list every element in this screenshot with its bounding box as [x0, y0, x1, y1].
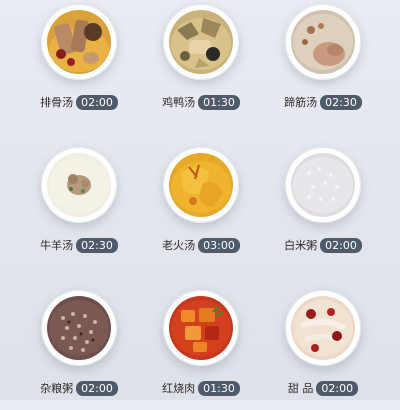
- recipe-name: 红烧肉: [162, 382, 196, 395]
- recipe-name: 牛羊汤: [40, 239, 74, 252]
- bowl: [163, 290, 239, 366]
- multigrain-porridge-icon: [47, 296, 111, 360]
- recipe-item-tendon-soup[interactable]: 蹄筋汤 02:30: [273, 4, 373, 124]
- cook-time-badge: 01:30: [198, 94, 240, 110]
- bowl: [163, 147, 239, 223]
- braised-pork-icon: [169, 296, 233, 360]
- beef-lamb-soup-icon: [47, 153, 111, 217]
- recipe-item-braised-pork[interactable]: 红烧肉 01:30: [151, 290, 251, 410]
- recipe-label-row: 蹄筋汤 02:30: [273, 94, 373, 110]
- recipe-item-slow-cooked-soup[interactable]: 老火汤 03:00: [151, 147, 251, 267]
- recipe-item-beef-lamb-soup[interactable]: 牛羊汤 02:30: [29, 147, 129, 267]
- bowl: [285, 4, 361, 80]
- pork-rib-soup-icon: [47, 10, 111, 74]
- bowl: [41, 4, 117, 80]
- recipe-name: 鸡鸭汤: [162, 96, 196, 109]
- recipe-label-row: 牛羊汤 02:30: [29, 237, 129, 253]
- cook-time-badge: 02:30: [76, 237, 118, 253]
- tendon-soup-icon: [291, 10, 355, 74]
- cook-time-badge: 02:00: [76, 380, 118, 396]
- bowl: [41, 147, 117, 223]
- cook-time-badge: 02:00: [320, 237, 362, 253]
- recipe-item-multigrain-porridge[interactable]: 杂粮粥 02:00: [29, 290, 129, 410]
- recipe-label-row: 杂粮粥 02:00: [29, 380, 129, 396]
- cook-time-badge: 02:00: [76, 94, 118, 110]
- recipe-item-white-rice-porridge[interactable]: 白米粥 02:00: [273, 147, 373, 267]
- recipe-name: 蹄筋汤: [284, 96, 318, 109]
- recipe-name: 杂粮粥: [40, 382, 74, 395]
- chicken-duck-soup-icon: [169, 10, 233, 74]
- recipe-grid: 排骨汤 02:00 鸡鸭汤 01:30 蹄筋汤 02:30 牛羊汤 02:30 …: [0, 0, 400, 400]
- recipe-item-chicken-duck-soup[interactable]: 鸡鸭汤 01:30: [151, 4, 251, 124]
- recipe-label-row: 白米粥 02:00: [273, 237, 373, 253]
- dessert-icon: [291, 296, 355, 360]
- recipe-name: 老火汤: [162, 239, 196, 252]
- bowl: [285, 290, 361, 366]
- recipe-name: 白米粥: [284, 239, 318, 252]
- recipe-label-row: 排骨汤 02:00: [29, 94, 129, 110]
- cook-time-badge: 02:30: [320, 94, 362, 110]
- cook-time-badge: 01:30: [198, 380, 240, 396]
- recipe-label-row: 鸡鸭汤 01:30: [151, 94, 251, 110]
- bowl: [285, 147, 361, 223]
- cook-time-badge: 02:00: [316, 380, 359, 396]
- recipe-label-row: 红烧肉 01:30: [151, 380, 251, 396]
- recipe-label-row: 老火汤 03:00: [151, 237, 251, 253]
- recipe-name: 甜 品: [287, 382, 314, 395]
- bowl: [163, 4, 239, 80]
- recipe-item-pork-rib-soup[interactable]: 排骨汤 02:00: [29, 4, 129, 124]
- bowl: [41, 290, 117, 366]
- recipe-name: 排骨汤: [40, 96, 74, 109]
- cook-time-badge: 03:00: [198, 237, 240, 253]
- recipe-label-row: 甜 品 02:00: [273, 380, 373, 396]
- slow-cooked-soup-icon: [169, 153, 233, 217]
- recipe-item-dessert[interactable]: 甜 品 02:00: [273, 290, 373, 410]
- white-rice-porridge-icon: [291, 153, 355, 217]
